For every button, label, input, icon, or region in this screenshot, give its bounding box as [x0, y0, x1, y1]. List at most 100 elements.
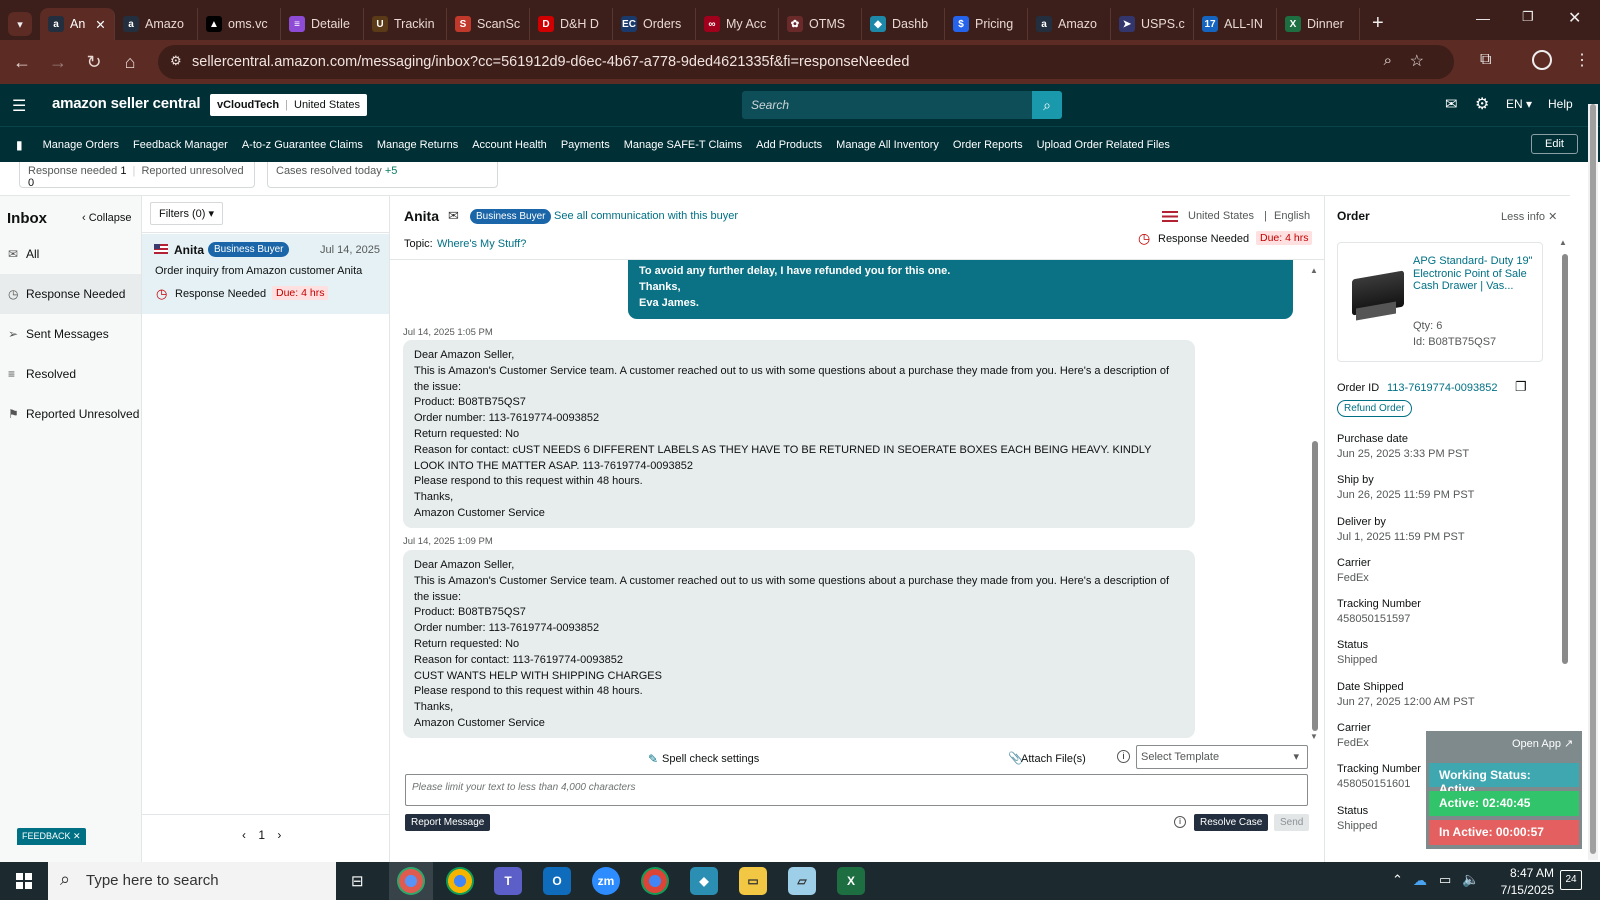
tab-search-button[interactable]: ▾	[8, 12, 32, 36]
see-all-communication-link[interactable]: See all communication with this buyer	[554, 210, 738, 222]
tray-chevron-icon[interactable]: ⌃	[1392, 872, 1403, 888]
file-explorer-icon[interactable]: ▭	[739, 867, 767, 895]
copy-icon[interactable]: ❐	[1515, 379, 1527, 395]
notepad-icon[interactable]: ▱	[788, 867, 816, 895]
notification-icon[interactable]: 24	[1560, 870, 1582, 890]
filters-dropdown[interactable]: Filters (0) ▾	[150, 202, 224, 225]
search-icon[interactable]: ⌕	[1032, 91, 1062, 119]
browser-tab[interactable]: ▲ oms.vc	[198, 8, 281, 40]
store-switcher[interactable]: vCloudTech | United States	[210, 94, 368, 116]
bookmark-icon[interactable]: ▮	[16, 138, 23, 152]
attach-files-link[interactable]: Attach File(s)	[1021, 753, 1086, 765]
nav-item[interactable]: Manage Orders	[43, 139, 119, 151]
page-scrollbar-thumb[interactable]	[1590, 104, 1596, 854]
info-icon[interactable]: i	[1174, 816, 1186, 828]
browser-tab[interactable]: D D&H D	[530, 8, 613, 40]
home-icon[interactable]: ⌂	[112, 44, 148, 80]
language-selector[interactable]: EN ▾	[1506, 97, 1532, 111]
folder-response-needed[interactable]: ◷ Response Needed	[0, 274, 141, 314]
nav-item[interactable]: Order Reports	[953, 139, 1023, 151]
browser-tab[interactable]: ≡ Detaile	[281, 8, 364, 40]
nav-item[interactable]: Payments	[561, 139, 610, 151]
extensions-icon[interactable]: ⧉	[1480, 51, 1491, 69]
chrome-icon-2[interactable]	[446, 867, 474, 895]
messages-scrollbar[interactable]	[1312, 441, 1318, 731]
search-input[interactable]: Search	[742, 91, 1032, 119]
browser-tab[interactable]: EC Orders	[613, 8, 696, 40]
send-button[interactable]: Send	[1274, 814, 1310, 831]
report-message-button[interactable]: Report Message	[405, 814, 491, 831]
scroll-up-icon[interactable]: ▲	[1310, 266, 1318, 275]
resolve-case-button[interactable]: Resolve Case	[1194, 814, 1269, 831]
back-icon[interactable]: ←	[4, 44, 40, 80]
folder-sent-messages[interactable]: ➢ Sent Messages	[0, 314, 141, 354]
site-info-icon[interactable]: ⚙	[170, 53, 182, 69]
volume-icon[interactable]: 🔈	[1462, 871, 1479, 888]
messages-scroll-area[interactable]: To avoid any further delay, I have refun…	[390, 260, 1314, 738]
nav-item[interactable]: Manage All Inventory	[836, 139, 939, 151]
address-bar[interactable]: ⚙ sellercentral.amazon.com/messaging/inb…	[158, 45, 1454, 79]
nav-item[interactable]: Feedback Manager	[133, 139, 228, 151]
maximize-button[interactable]: ❐	[1522, 9, 1534, 25]
chrome-icon-3[interactable]	[641, 867, 669, 895]
mail-icon[interactable]: ✉	[1445, 95, 1458, 113]
settings-gear-icon[interactable]: ⚙	[1475, 94, 1489, 114]
zoom-icon[interactable]: zm	[592, 867, 620, 895]
outlook-icon[interactable]: O	[543, 867, 571, 895]
order-scrollbar[interactable]	[1562, 254, 1568, 664]
nav-item[interactable]: Manage SAFE-T Claims	[624, 139, 742, 151]
new-tab-button[interactable]: +	[1372, 12, 1384, 35]
product-card[interactable]: APG Standard- Duty 19" Electronic Point …	[1337, 242, 1543, 362]
minimize-button[interactable]: —	[1476, 10, 1490, 26]
browser-tab[interactable]: ➤ USPS.c	[1111, 8, 1194, 40]
forward-icon[interactable]: →	[40, 44, 76, 80]
profile-icon[interactable]	[1532, 50, 1552, 70]
reply-textarea[interactable]: Please limit your text to less than 4,00…	[405, 774, 1308, 806]
reload-icon[interactable]: ↻	[76, 44, 112, 80]
windows-start-icon[interactable]	[16, 873, 32, 889]
prev-page-icon[interactable]: ‹	[242, 828, 246, 842]
task-view-icon[interactable]: ⊟	[351, 872, 364, 890]
envelope-icon[interactable]: ✉	[448, 208, 459, 224]
browser-tab[interactable]: a Amazo	[115, 8, 198, 40]
browser-menu-icon[interactable]: ⋮	[1574, 50, 1590, 70]
topic-link[interactable]: Where's My Stuff?	[437, 238, 526, 250]
browser-tab[interactable]: X Dinner	[1277, 8, 1360, 40]
excel-icon[interactable]: X	[837, 867, 865, 895]
bookmark-star-icon[interactable]: ☆	[1410, 51, 1424, 71]
seller-central-logo[interactable]: amazon seller central	[52, 95, 201, 112]
help-link[interactable]: Help	[1548, 97, 1573, 111]
browser-tab[interactable]: ∞ My Acc	[696, 8, 779, 40]
clock-date[interactable]: 7/15/2025	[1490, 883, 1554, 897]
network-icon[interactable]: ▭	[1439, 872, 1451, 888]
template-select[interactable]: Select Template ▾	[1136, 745, 1308, 769]
nav-item[interactable]: A-to-z Guarantee Claims	[242, 139, 363, 151]
clock-time[interactable]: 8:47 AM	[1490, 866, 1554, 880]
folder-reported-unresolved[interactable]: ⚑ Reported Unresolved	[0, 394, 141, 434]
browser-tab[interactable]: ◆ Dashb	[862, 8, 945, 40]
scroll-up-icon[interactable]: ▲	[1559, 238, 1567, 247]
browser-tab[interactable]: $ Pricing	[945, 8, 1028, 40]
scroll-down-icon[interactable]: ▼	[1310, 732, 1318, 741]
collapse-button[interactable]: ‹ Collapse	[82, 212, 132, 224]
nav-item[interactable]: Add Products	[756, 139, 822, 151]
product-title-link[interactable]: APG Standard- Duty 19" Electronic Point …	[1413, 255, 1537, 293]
open-app-link[interactable]: Open App ↗	[1512, 737, 1573, 750]
next-page-icon[interactable]: ›	[277, 828, 281, 842]
order-id-link[interactable]: 113-7619774-0093852	[1387, 382, 1498, 394]
feedback-button[interactable]: FEEDBACK ✕	[17, 828, 86, 845]
edit-nav-button[interactable]: Edit	[1531, 134, 1578, 154]
teams-icon[interactable]: T	[494, 867, 522, 895]
browser-tab[interactable]: a Amazo	[1028, 8, 1111, 40]
info-icon[interactable]: i	[1117, 750, 1130, 763]
folder-all[interactable]: ✉ All	[0, 234, 141, 274]
browser-tab[interactable]: S ScanSc	[447, 8, 530, 40]
close-tab-icon[interactable]: ✕	[95, 17, 105, 32]
browser-tab[interactable]: U Trackin	[364, 8, 447, 40]
browser-tab[interactable]: 17 ALL-IN	[1194, 8, 1277, 40]
nav-item[interactable]: Upload Order Related Files	[1037, 139, 1170, 151]
zoom-icon[interactable]: ⌕	[1384, 52, 1392, 69]
browser-tab[interactable]: ✿ OTMS	[779, 8, 862, 40]
close-window-button[interactable]: ✕	[1568, 8, 1581, 28]
nav-item[interactable]: Manage Returns	[377, 139, 458, 151]
